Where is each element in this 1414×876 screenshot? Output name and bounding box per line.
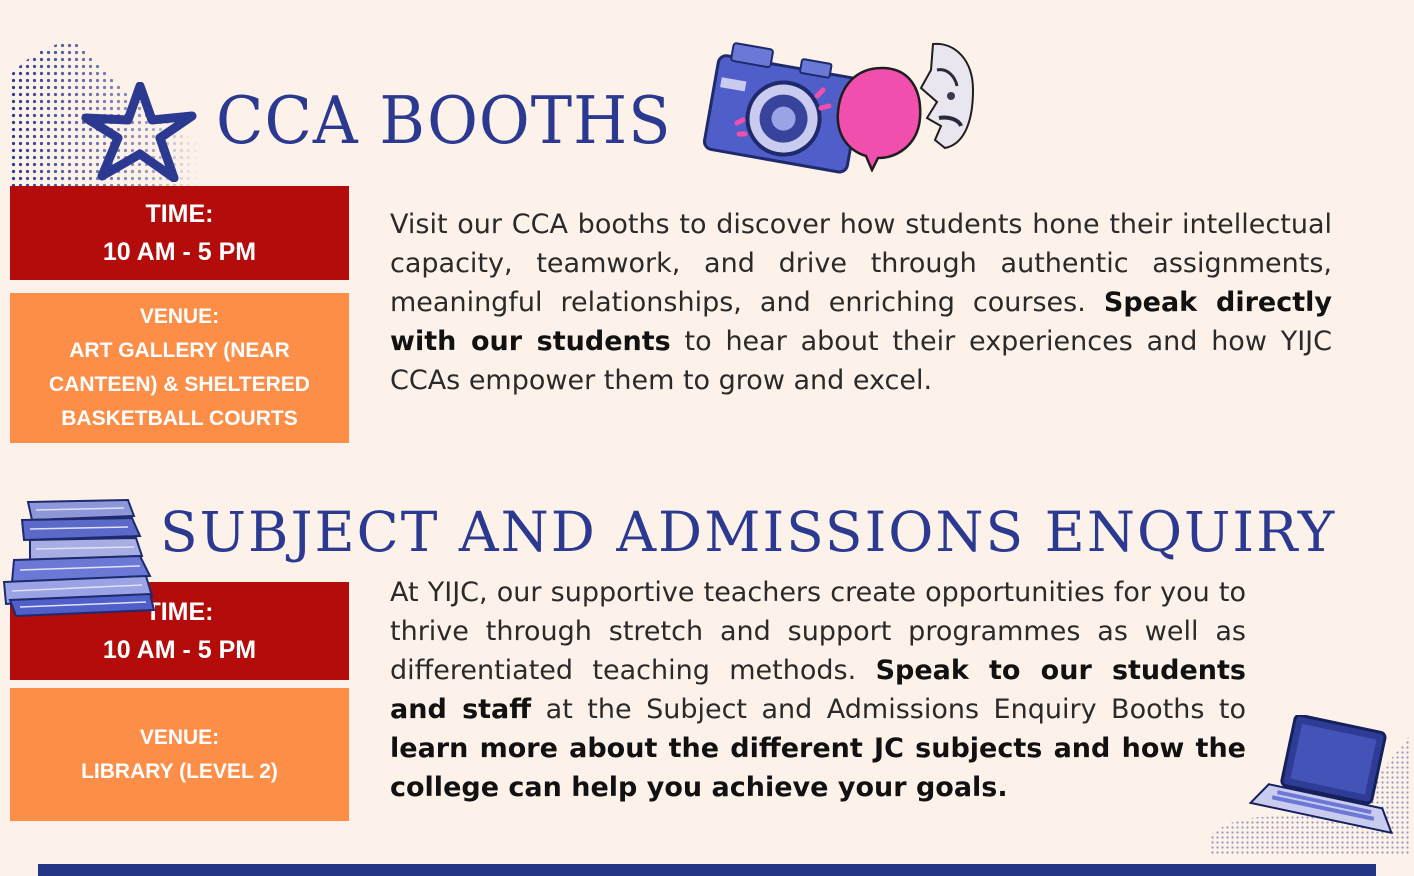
time-box: TIME: 10 AM - 5 PM	[10, 186, 349, 280]
venue-line: ART GALLERY (NEAR	[69, 339, 290, 362]
time-value: 10 AM - 5 PM	[102, 636, 257, 664]
subject-description: At YIJC, our supportive teachers create …	[390, 573, 1246, 807]
cca-description: Visit our CCA booths to discover how stu…	[390, 205, 1332, 400]
time-label: TIME:	[145, 200, 214, 228]
face-icon	[919, 42, 975, 150]
venue-label: VENUE:	[139, 305, 220, 328]
section-title-subject-admissions: SUBJECT AND ADMISSIONS ENQUIRY	[160, 500, 1337, 564]
footer-bar	[38, 864, 1376, 876]
venue-value: LIBRARY (LEVEL 2)	[81, 759, 278, 783]
venue-box: VENUE: LIBRARY (LEVEL 2)	[10, 688, 349, 821]
section-title-cca-booths: CCA BOOTHS	[216, 82, 672, 159]
star-icon	[81, 82, 197, 182]
description-text: at the Subject and Admissions Enquiry Bo…	[531, 694, 1246, 725]
time-value: 10 AM - 5 PM	[102, 238, 257, 266]
venue-line: BASKETBALL COURTS	[61, 407, 298, 430]
venue-line: CANTEEN) & SHELTERED	[49, 373, 310, 396]
laptop-icon	[1210, 715, 1410, 855]
venue-label: VENUE:	[139, 725, 220, 749]
books-stack-icon	[2, 498, 156, 618]
description-emphasis: learn more about the different JC subjec…	[390, 733, 1246, 803]
venue-box: VENUE: ART GALLERY (NEAR CANTEEN) & SHEL…	[10, 293, 349, 443]
